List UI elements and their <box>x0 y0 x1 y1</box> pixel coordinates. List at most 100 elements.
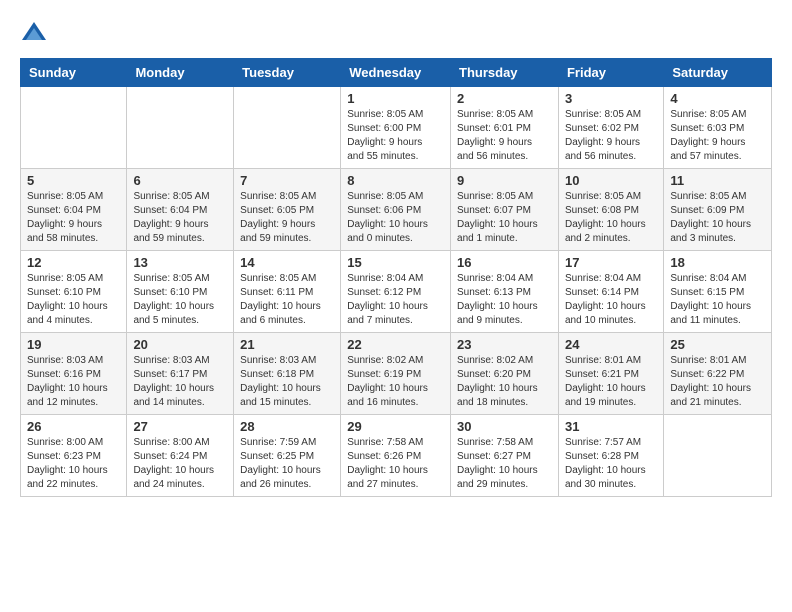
calendar-cell: 9 Sunrise: 8:05 AM Sunset: 6:07 PM Daylig… <box>451 169 559 251</box>
day-info: Sunrise: 8:05 AM Sunset: 6:02 PM Dayligh… <box>565 108 657 164</box>
calendar-cell: 31 Sunrise: 7:57 AM Sunset: 6:28 PM Dayli… <box>558 415 663 497</box>
day-number: 2 <box>457 91 552 106</box>
day-number: 31 <box>565 419 657 434</box>
day-number: 9 <box>457 173 552 188</box>
day-info: Sunrise: 8:05 AM Sunset: 6:04 PM Dayligh… <box>27 190 120 246</box>
day-number: 18 <box>670 255 765 270</box>
day-number: 16 <box>457 255 552 270</box>
calendar-cell: 8Sunrise: 8:05 AM Sunset: 6:06 PM Daylig… <box>341 169 451 251</box>
calendar-header-wednesday: Wednesday <box>341 59 451 87</box>
calendar-cell: 6 Sunrise: 8:05 AM Sunset: 6:04 PM Daylig… <box>127 169 234 251</box>
day-number: 27 <box>133 419 227 434</box>
calendar-cell <box>234 87 341 169</box>
day-info: Sunrise: 7:59 AM Sunset: 6:25 PM Dayligh… <box>240 436 334 492</box>
calendar-cell: 16 Sunrise: 8:04 AM Sunset: 6:13 PM Dayli… <box>451 251 559 333</box>
day-number: 26 <box>27 419 120 434</box>
day-number: 3 <box>565 91 657 106</box>
day-number: 19 <box>27 337 120 352</box>
day-number: 24 <box>565 337 657 352</box>
calendar-cell: 4 Sunrise: 8:05 AM Sunset: 6:03 PM Daylig… <box>664 87 772 169</box>
day-number: 21 <box>240 337 334 352</box>
calendar-cell: 30Sunrise: 7:58 AM Sunset: 6:27 PM Dayli… <box>451 415 559 497</box>
day-number: 5 <box>27 173 120 188</box>
day-info: Sunrise: 7:58 AM Sunset: 6:26 PM Dayligh… <box>347 436 444 492</box>
day-info: Sunrise: 8:05 AM Sunset: 6:03 PM Dayligh… <box>670 108 765 164</box>
calendar-cell: 17 Sunrise: 8:04 AM Sunset: 6:14 PM Dayli… <box>558 251 663 333</box>
day-info: Sunrise: 8:04 AM Sunset: 6:13 PM Dayligh… <box>457 272 552 328</box>
day-info: Sunrise: 8:04 AM Sunset: 6:12 PM Dayligh… <box>347 272 444 328</box>
calendar-cell: 15 Sunrise: 8:04 AM Sunset: 6:12 PM Dayli… <box>341 251 451 333</box>
logo <box>20 20 52 48</box>
calendar-cell: 26Sunrise: 8:00 AM Sunset: 6:23 PM Dayli… <box>21 415 127 497</box>
day-info: Sunrise: 8:02 AM Sunset: 6:19 PM Dayligh… <box>347 354 444 410</box>
calendar-cell: 10 Sunrise: 8:05 AM Sunset: 6:08 PM Dayli… <box>558 169 663 251</box>
day-info: Sunrise: 8:05 AM Sunset: 6:10 PM Dayligh… <box>27 272 120 328</box>
calendar-week-5: 26Sunrise: 8:00 AM Sunset: 6:23 PM Dayli… <box>21 415 772 497</box>
day-info: Sunrise: 8:05 AM Sunset: 6:01 PM Dayligh… <box>457 108 552 164</box>
calendar-cell: 20 Sunrise: 8:03 AM Sunset: 6:17 PM Dayli… <box>127 333 234 415</box>
day-info: Sunrise: 8:03 AM Sunset: 6:16 PM Dayligh… <box>27 354 120 410</box>
day-number: 28 <box>240 419 334 434</box>
calendar-cell: 22 Sunrise: 8:02 AM Sunset: 6:19 PM Dayli… <box>341 333 451 415</box>
calendar-week-1: 1 Sunrise: 8:05 AM Sunset: 6:00 PM Daylig… <box>21 87 772 169</box>
day-number: 1 <box>347 91 444 106</box>
day-info: Sunrise: 8:01 AM Sunset: 6:21 PM Dayligh… <box>565 354 657 410</box>
calendar-cell: 14 Sunrise: 8:05 AM Sunset: 6:11 PM Dayli… <box>234 251 341 333</box>
day-info: Sunrise: 8:05 AM Sunset: 6:05 PM Dayligh… <box>240 190 334 246</box>
day-info: Sunrise: 8:04 AM Sunset: 6:14 PM Dayligh… <box>565 272 657 328</box>
day-info: Sunrise: 8:05 AM Sunset: 6:04 PM Dayligh… <box>133 190 227 246</box>
day-number: 22 <box>347 337 444 352</box>
day-number: 15 <box>347 255 444 270</box>
calendar-week-2: 5 Sunrise: 8:05 AM Sunset: 6:04 PM Daylig… <box>21 169 772 251</box>
day-number: 29 <box>347 419 444 434</box>
calendar-header-sunday: Sunday <box>21 59 127 87</box>
calendar-cell: 25 Sunrise: 8:01 AM Sunset: 6:22 PM Dayli… <box>664 333 772 415</box>
day-info: Sunrise: 8:03 AM Sunset: 6:17 PM Dayligh… <box>133 354 227 410</box>
calendar-cell: 24 Sunrise: 8:01 AM Sunset: 6:21 PM Dayli… <box>558 333 663 415</box>
day-number: 4 <box>670 91 765 106</box>
day-number: 8 <box>347 173 444 188</box>
calendar-header-thursday: Thursday <box>451 59 559 87</box>
calendar-cell: 13 Sunrise: 8:05 AM Sunset: 6:10 PM Dayli… <box>127 251 234 333</box>
calendar-header-row: SundayMondayTuesdayWednesdayThursdayFrid… <box>21 59 772 87</box>
calendar-cell: 11Sunrise: 8:05 AM Sunset: 6:09 PM Dayli… <box>664 169 772 251</box>
calendar-cell: 27Sunrise: 8:00 AM Sunset: 6:24 PM Dayli… <box>127 415 234 497</box>
day-info: Sunrise: 8:01 AM Sunset: 6:22 PM Dayligh… <box>670 354 765 410</box>
day-number: 25 <box>670 337 765 352</box>
calendar-table: SundayMondayTuesdayWednesdayThursdayFrid… <box>20 58 772 497</box>
day-number: 7 <box>240 173 334 188</box>
day-number: 20 <box>133 337 227 352</box>
calendar-week-3: 12 Sunrise: 8:05 AM Sunset: 6:10 PM Dayli… <box>21 251 772 333</box>
calendar-cell <box>664 415 772 497</box>
day-number: 13 <box>133 255 227 270</box>
calendar-header-saturday: Saturday <box>664 59 772 87</box>
calendar-header-monday: Monday <box>127 59 234 87</box>
day-info: Sunrise: 8:03 AM Sunset: 6:18 PM Dayligh… <box>240 354 334 410</box>
calendar-cell: 23 Sunrise: 8:02 AM Sunset: 6:20 PM Dayli… <box>451 333 559 415</box>
calendar-cell: 29 Sunrise: 7:58 AM Sunset: 6:26 PM Dayli… <box>341 415 451 497</box>
calendar-cell: 3 Sunrise: 8:05 AM Sunset: 6:02 PM Daylig… <box>558 87 663 169</box>
day-number: 14 <box>240 255 334 270</box>
day-info: Sunrise: 8:02 AM Sunset: 6:20 PM Dayligh… <box>457 354 552 410</box>
calendar-cell: 12 Sunrise: 8:05 AM Sunset: 6:10 PM Dayli… <box>21 251 127 333</box>
calendar-cell: 7 Sunrise: 8:05 AM Sunset: 6:05 PM Daylig… <box>234 169 341 251</box>
day-number: 23 <box>457 337 552 352</box>
calendar-cell: 19 Sunrise: 8:03 AM Sunset: 6:16 PM Dayli… <box>21 333 127 415</box>
calendar-cell <box>127 87 234 169</box>
day-info: Sunrise: 8:05 AM Sunset: 6:11 PM Dayligh… <box>240 272 334 328</box>
day-info: Sunrise: 8:05 AM Sunset: 6:10 PM Dayligh… <box>133 272 227 328</box>
calendar-cell: 21 Sunrise: 8:03 AM Sunset: 6:18 PM Dayli… <box>234 333 341 415</box>
calendar-header-friday: Friday <box>558 59 663 87</box>
day-number: 6 <box>133 173 227 188</box>
day-info: Sunrise: 8:05 AM Sunset: 6:09 PM Dayligh… <box>670 190 765 246</box>
day-info: Sunrise: 8:05 AM Sunset: 6:08 PM Dayligh… <box>565 190 657 246</box>
page-header <box>20 20 772 48</box>
day-info: Sunrise: 8:05 AM Sunset: 6:07 PM Dayligh… <box>457 190 552 246</box>
day-number: 17 <box>565 255 657 270</box>
day-info: Sunrise: 7:57 AM Sunset: 6:28 PM Dayligh… <box>565 436 657 492</box>
day-info: Sunrise: 8:05 AM Sunset: 6:00 PM Dayligh… <box>347 108 444 164</box>
calendar-cell: 5 Sunrise: 8:05 AM Sunset: 6:04 PM Daylig… <box>21 169 127 251</box>
day-number: 12 <box>27 255 120 270</box>
day-number: 10 <box>565 173 657 188</box>
day-number: 30 <box>457 419 552 434</box>
